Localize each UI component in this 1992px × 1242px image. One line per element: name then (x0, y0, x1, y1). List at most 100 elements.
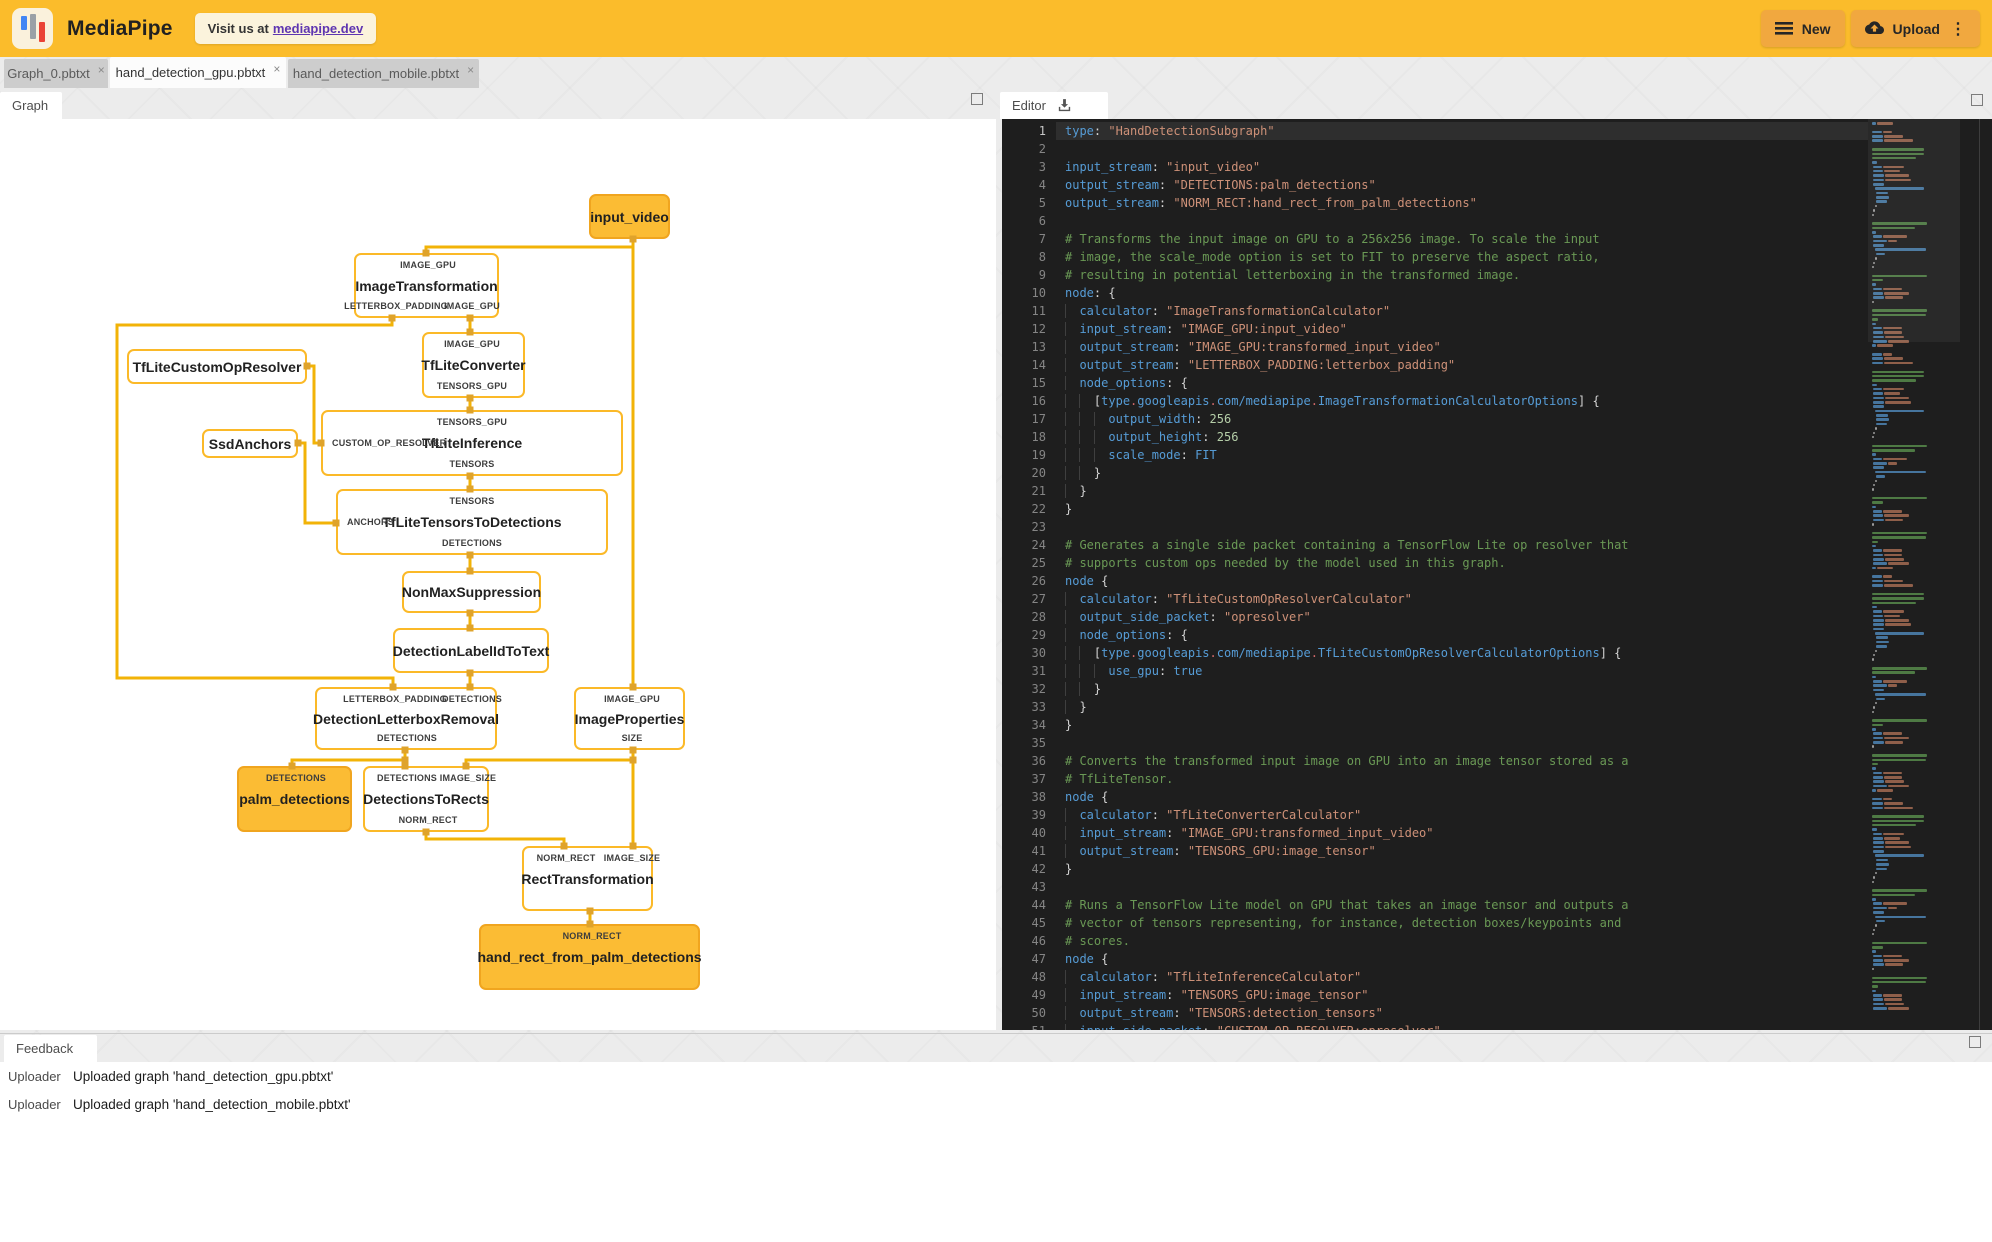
minimap-line (1873, 401, 1884, 404)
minimap-line (1873, 431, 1876, 435)
graph-node-NonMaxSuppression[interactable]: NonMaxSuppression (402, 571, 541, 613)
graph-node-hand_rect_from_palm_detections[interactable]: NORM_RECT hand_rect_from_palm_detections (477, 924, 702, 990)
graph-node-DetectionLabelIdToText[interactable]: DetectionLabelIdToText (393, 628, 549, 673)
minimap-line (1872, 941, 1927, 945)
minimap-line (1872, 444, 1927, 448)
minimap-line (1873, 876, 1876, 879)
minimap-line (1888, 684, 1897, 687)
feedback-tab-label: Feedback (16, 1041, 74, 1056)
code-line-47: 47 node { (1031, 952, 1109, 966)
minimap-line (1873, 457, 1882, 461)
code-line-33: 33 } (1031, 700, 1087, 714)
feedback-popout-icon[interactable] (1969, 1036, 1981, 1048)
graph-node-TfLiteConverter[interactable]: IMAGE_GPU TENSORS_GPU TfLiteConverter (421, 332, 526, 398)
minimap-line (1873, 706, 1876, 709)
tab-feedback-panel[interactable]: Feedback (4, 1035, 97, 1062)
minimap-line (1873, 553, 1884, 557)
minimap-line (1873, 771, 1882, 775)
minimap-line (1872, 523, 1874, 526)
tab-editor-panel[interactable]: Editor (1000, 92, 1108, 119)
minimap-line (1872, 828, 1877, 831)
minimap-line (1874, 649, 1877, 653)
code-line-40: 40 input_stream: "IMAGE_GPU:transformed_… (1031, 826, 1434, 840)
minimap-line (1872, 505, 1877, 509)
minimap-line (1873, 653, 1876, 657)
graph-node-TfLiteTensorsToDetections[interactable]: TENSORS DETECTIONS ANCHORS TfLiteTensorsToD… (336, 489, 608, 555)
graph-node-TfLiteInference[interactable]: TENSORS_GPU TENSORS CUSTOM_OP_RESOLVER TfLi… (321, 410, 623, 476)
minimap-line (1884, 396, 1910, 400)
tab-graph-panel[interactable]: Graph (0, 92, 62, 119)
code-line-27: 27 calculator: "TfLiteCustomOpResolverCa… (1031, 592, 1412, 606)
graph-canvas[interactable]: input_video IMAGE_GPU LETTERBOX_PADDING IMA… (0, 119, 996, 1030)
port-label-tensors: TENSORS (449, 496, 495, 506)
minimap-line (1876, 697, 1886, 701)
mediapipe-dev-link[interactable]: mediapipe.dev (273, 21, 363, 36)
logo-bar-blue (21, 16, 27, 30)
graph-node-DetectionsToRects[interactable]: DETECTIONS IMAGE_SIZE NORM_RECT DetectionsT… (363, 766, 496, 832)
minimap-line (1872, 379, 1917, 382)
minimap-line (1873, 928, 1876, 932)
code-line-23: 23 (1031, 520, 1046, 534)
minimap-line (1872, 592, 1924, 596)
kebab-menu-icon[interactable]: ⋮ (1950, 19, 1966, 39)
upload-button[interactable]: Upload ⋮ (1850, 10, 1980, 47)
minimap-line (1882, 771, 1902, 775)
graph-node-palm_detections[interactable]: DETECTIONS palm_detections (237, 766, 352, 832)
minimap-line (1873, 963, 1884, 966)
minimap-line (1873, 732, 1882, 735)
graph-node-ImageProperties[interactable]: IMAGE_GPU SIZE ImageProperties (574, 687, 685, 750)
minimap-line (1872, 802, 1883, 805)
minimap-line (1874, 479, 1877, 483)
minimap-line (1873, 994, 1882, 997)
graph-popout-icon[interactable] (971, 93, 983, 105)
code-line-35: 35 (1031, 736, 1046, 750)
code-line-50: 50 output_stream: "TENSORS:detection_ten… (1031, 1006, 1383, 1020)
graph-node-DetectionLetterboxRemoval[interactable]: LETTERBOX_PADDING DETECTIONS DETECTIONS Det… (313, 687, 502, 750)
code-line-17: 17 output_width: 256 (1031, 412, 1232, 426)
port-label-norm_rect: NORM_RECT (536, 853, 596, 863)
download-icon[interactable] (1056, 97, 1073, 114)
minimap-line (1874, 409, 1924, 413)
new-button[interactable]: New (1760, 10, 1845, 47)
minimap-line (1873, 959, 1884, 962)
close-tab-icon[interactable]: × (273, 62, 280, 76)
minimap-line (1872, 370, 1924, 374)
editor-popout-icon[interactable] (1971, 94, 1983, 106)
minimap-line (1872, 985, 1879, 988)
graph-node-SsdAnchors[interactable]: SsdAnchors (202, 429, 298, 458)
code-line-25: 25 # supports custom ops needed by the mo… (1031, 556, 1506, 570)
minimap-line (1884, 736, 1909, 740)
tab-graph-0-pbtxt[interactable]: Graph_0.pbtxt × (4, 59, 108, 88)
node-title: input_video (590, 208, 669, 225)
code-line-28: 28 output_side_packet: "opresolver" (1031, 610, 1311, 624)
minimap-line (1872, 989, 1877, 993)
minimap-line (1872, 946, 1883, 949)
logo-bar-red (39, 22, 45, 42)
minimap-line (1872, 374, 1924, 378)
minimap-line (1872, 823, 1917, 827)
minimap-line (1872, 531, 1927, 535)
close-tab-icon[interactable]: × (98, 63, 105, 77)
graph-node-TfLiteCustomOpResolver[interactable]: TfLiteCustomOpResolver (127, 349, 307, 384)
minimap-line (1873, 562, 1887, 565)
minimap-line (1884, 741, 1904, 744)
port-label-tensors_gpu: TENSORS_GPU (436, 381, 508, 391)
tab-hand-detection-mobile-pbtxt[interactable]: hand_detection_mobile.pbtxt × (288, 59, 479, 88)
minimap-line (1872, 745, 1874, 748)
graph-node-input_video[interactable]: input_video (589, 194, 670, 239)
minimap-line (1876, 636, 1889, 639)
minimap-line (1873, 619, 1884, 622)
graph-node-RectTransformation[interactable]: NORM_RECT IMAGE_SIZE RectTransformation (521, 846, 660, 911)
minimap-line (1888, 462, 1897, 465)
graph-node-ImageTransformation[interactable]: IMAGE_GPU LETTERBOX_PADDING IMAGE_GPU Image… (344, 253, 500, 318)
minimap-line (1872, 719, 1927, 722)
close-tab-icon[interactable]: × (467, 63, 474, 77)
tab-hand-detection-gpu-pbtxt[interactable]: hand_detection_gpu.pbtxt × (110, 57, 286, 88)
minimap-line (1873, 998, 1884, 1001)
code-editor[interactable]: 1 type: "HandDetectionSubgraph" 2 3 input_st… (1002, 119, 1992, 1030)
minimap-line (1887, 1007, 1910, 1010)
minimap-slider[interactable] (1868, 119, 1960, 342)
minimap-line (1873, 684, 1888, 687)
minimap-line (1872, 754, 1927, 757)
minimap-line (1872, 889, 1927, 892)
